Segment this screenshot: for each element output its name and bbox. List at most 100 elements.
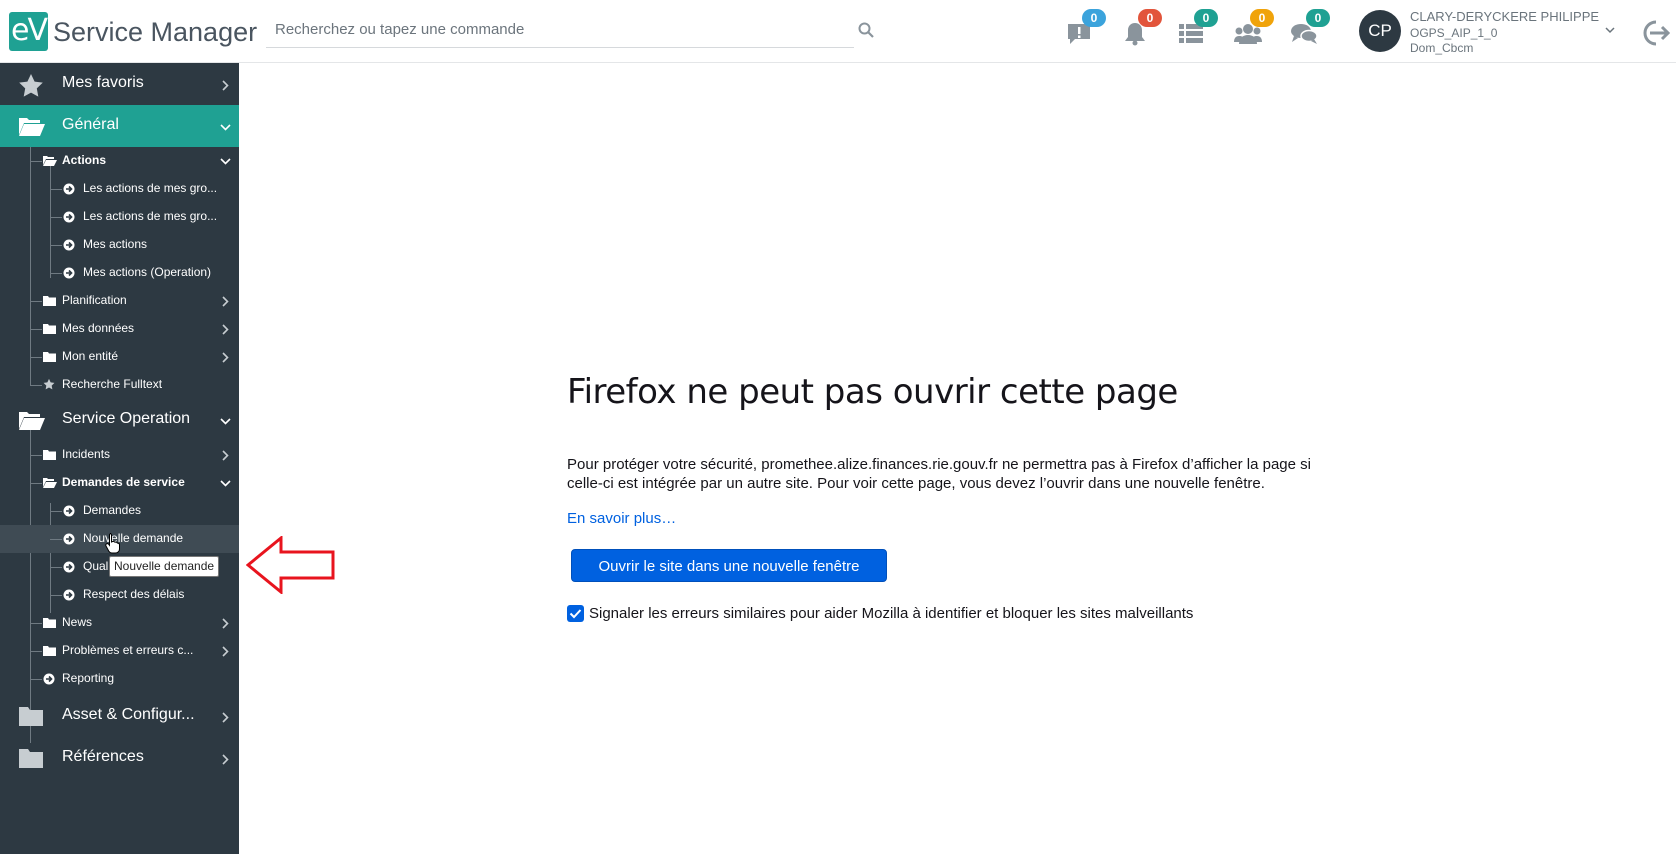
- folder-open-icon: [43, 478, 57, 488]
- tree-line: [30, 455, 42, 456]
- tree-line: [50, 217, 62, 218]
- folder-open-icon: [19, 118, 45, 136]
- sidebar-item-label: Les actions de mes gro...: [83, 181, 218, 195]
- sidebar-item-label: Respect des délais: [83, 587, 185, 601]
- report-errors-checkbox[interactable]: [567, 605, 584, 622]
- sidebar-item-fulltext-search[interactable]: Recherche Fulltext: [0, 371, 239, 399]
- command-search-input[interactable]: Recherchez ou tapez une commande: [266, 14, 854, 48]
- sidebar-item-my-actions[interactable]: Mes actions: [0, 231, 239, 259]
- tree-line: [30, 651, 42, 652]
- arrow-circle-right-icon: [63, 533, 75, 545]
- arrow-circle-right-icon: [63, 589, 75, 601]
- arrow-circle-right-icon: [63, 239, 75, 251]
- chevron-right-icon: [222, 352, 229, 363]
- sidebar-item-label: News: [62, 615, 93, 629]
- folder-icon: [43, 324, 56, 334]
- user-domain: Dom_Cbcm: [1410, 41, 1474, 55]
- sidebar-item-actions-groups-2[interactable]: Les actions de mes gro...: [0, 203, 239, 231]
- user-profile: OGPS_AIP_1_0: [1410, 26, 1498, 40]
- chevron-right-icon: [222, 618, 229, 629]
- groups-button[interactable]: 0: [1230, 9, 1274, 54]
- arrow-circle-right-icon: [63, 267, 75, 279]
- tree-line: [50, 511, 62, 512]
- sidebar-item-my-actions-operation[interactable]: Mes actions (Operation): [0, 259, 239, 287]
- chat-count-badge: 0: [1306, 9, 1330, 27]
- chevron-down-icon[interactable]: [1605, 27, 1615, 34]
- tree-line: [50, 595, 62, 596]
- star-icon: [43, 378, 55, 390]
- tree-line: [50, 567, 62, 568]
- sidebar-item-deadlines[interactable]: Respect des délais: [0, 581, 239, 609]
- chevron-right-icon: [222, 296, 229, 307]
- folder-icon: [19, 707, 43, 726]
- chevron-right-icon: [222, 712, 229, 723]
- sidebar-item-label: Mes données: [62, 321, 135, 335]
- learn-more-link[interactable]: En savoir plus…: [567, 510, 676, 527]
- sidebar-item-planification[interactable]: Planification: [0, 287, 239, 315]
- sidebar-item-my-entity[interactable]: Mon entité: [0, 343, 239, 371]
- sidebar-item-asset-configuration[interactable]: Asset & Configur...: [0, 695, 239, 737]
- chevron-down-icon: [220, 158, 231, 165]
- sidebar-item-label: Mes actions: [83, 237, 148, 251]
- sidebar-item-news[interactable]: News: [0, 609, 239, 637]
- chat-button[interactable]: 0: [1286, 9, 1330, 54]
- arrow-circle-right-icon: [63, 211, 75, 223]
- sidebar-item-reporting[interactable]: Reporting: [0, 665, 239, 693]
- sidebar-item-label: Problèmes et erreurs c...: [62, 643, 194, 657]
- tree-line: [30, 385, 42, 386]
- tree-line: [50, 245, 62, 246]
- tree-line: [30, 161, 42, 162]
- sidebar-item-label: Références: [62, 748, 144, 765]
- sidebar-item-my-data[interactable]: Mes données: [0, 315, 239, 343]
- tree-line: [30, 483, 42, 484]
- sidebar-item-references[interactable]: Références: [0, 737, 239, 779]
- tooltip: Nouvelle demande: [109, 556, 220, 577]
- tasks-button[interactable]: 0: [1174, 9, 1218, 54]
- sidebar-item-label: Actions: [62, 153, 107, 167]
- app-title: Service Manager: [53, 17, 258, 47]
- avatar[interactable]: CP: [1359, 10, 1401, 52]
- folder-icon: [43, 450, 56, 460]
- folder-icon: [43, 296, 56, 306]
- folder-icon: [19, 749, 43, 768]
- alerts-button[interactable]: 0: [1062, 9, 1106, 54]
- sidebar-item-actions[interactable]: Actions: [0, 147, 239, 175]
- chevron-right-icon: [222, 324, 229, 335]
- search-icon[interactable]: [858, 22, 874, 38]
- sidebar-item-label: Demandes: [83, 503, 142, 517]
- tree-line: [50, 189, 62, 190]
- sidebar-item-favorites[interactable]: Mes favoris: [0, 63, 239, 105]
- notifications-button[interactable]: 0: [1118, 9, 1162, 54]
- tree-line: [50, 539, 62, 540]
- open-in-new-window-button[interactable]: Ouvrir le site dans une nouvelle fenêtre: [571, 549, 887, 582]
- tree-line: [30, 301, 42, 302]
- sidebar-item-label: Mes favoris: [62, 74, 144, 91]
- arrow-circle-right-icon: [63, 505, 75, 517]
- tree-line: [30, 357, 42, 358]
- logout-icon[interactable]: [1638, 18, 1670, 48]
- arrow-circle-right-icon: [63, 183, 75, 195]
- tree-line: [30, 679, 42, 680]
- hand-cursor-icon: [105, 533, 120, 554]
- arrow-circle-right-icon: [63, 561, 75, 573]
- sidebar-item-problems[interactable]: Problèmes et erreurs c...: [0, 637, 239, 665]
- sidebar-item-label: Incidents: [62, 447, 111, 461]
- sidebar-item-general[interactable]: Général: [0, 105, 239, 147]
- sidebar-item-label: Reporting: [62, 671, 115, 685]
- chevron-right-icon: [222, 450, 229, 461]
- star-icon: [19, 74, 43, 97]
- sidebar-item-incidents[interactable]: Incidents: [0, 441, 239, 469]
- folder-open-icon: [19, 412, 45, 430]
- sidebar-item-actions-groups-1[interactable]: Les actions de mes gro...: [0, 175, 239, 203]
- sidebar-item-label: Mes actions (Operation): [83, 265, 212, 279]
- checkmark-icon: [569, 609, 582, 619]
- report-errors-label[interactable]: Signaler les erreurs similaires pour aid…: [589, 605, 1193, 622]
- sidebar-item-label: Mon entité: [62, 349, 119, 363]
- sidebar-item-service-requests[interactable]: Demandes de service: [0, 469, 239, 497]
- sidebar-item-label: Les actions de mes gro...: [83, 209, 218, 223]
- sidebar-item-requests[interactable]: Demandes: [0, 497, 239, 525]
- top-bar: eV Service Manager Recherchez ou tapez u…: [0, 0, 1676, 63]
- ev-logo[interactable]: eV: [9, 12, 48, 51]
- sidebar-item-service-operation[interactable]: Service Operation: [0, 399, 239, 441]
- alerts-count-badge: 0: [1082, 9, 1106, 27]
